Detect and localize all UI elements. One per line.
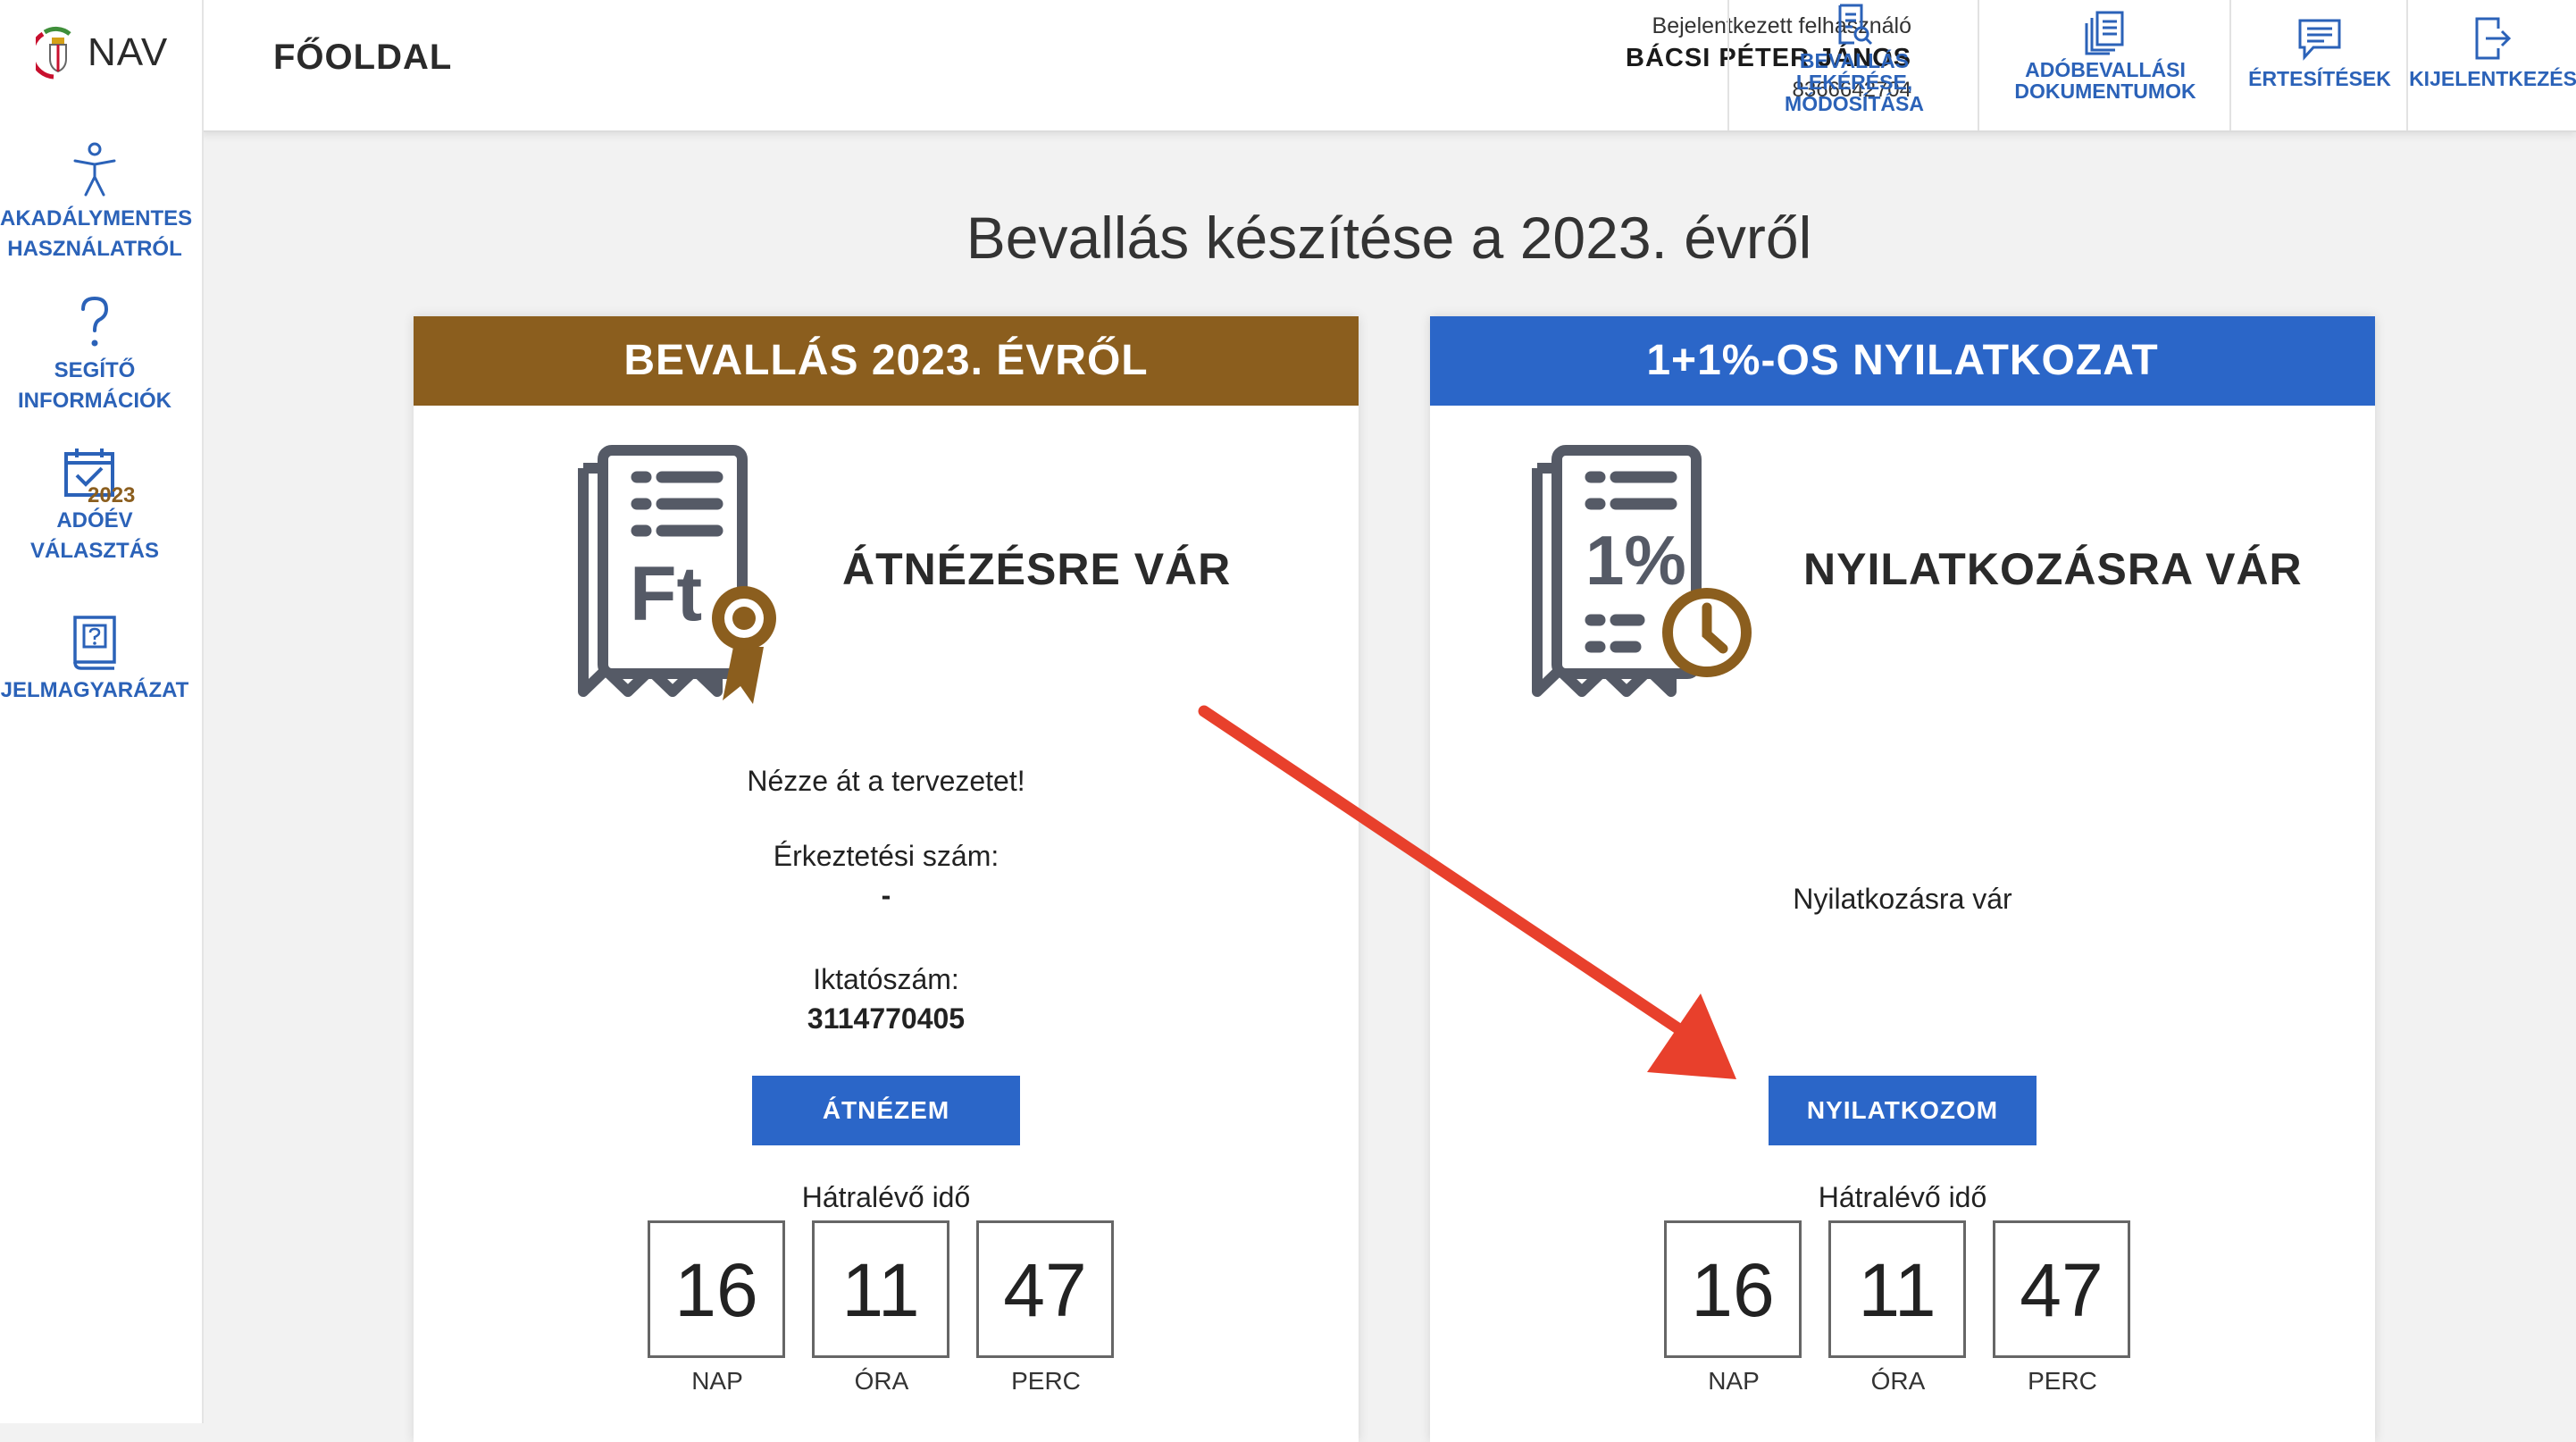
file-number-value: 3114770405 — [807, 1002, 966, 1035]
page-title: FŐOLDAL — [273, 38, 453, 77]
countdown-hours: 11 ÓRA — [812, 1220, 951, 1396]
countdown-value: 16 — [648, 1220, 785, 1358]
coat-of-arms-icon — [36, 26, 71, 80]
header-nav-tax-documents[interactable]: ADÓBEVALLÁSI DOKUMENTUMOK — [1978, 0, 2231, 130]
return-status: ÁTNÉZÉSRE VÁR — [842, 544, 1232, 594]
one-percent-icon-text: 1% — [1585, 521, 1686, 599]
documents-icon — [2085, 11, 2124, 55]
declaration-card-header: 1+1%-OS NYILATKOZAT — [1430, 316, 2375, 406]
header-nav-label: KIJELENTKEZÉS — [2409, 67, 2576, 90]
countdown-timer: 16 NAP 11 ÓRA 47 PERC — [648, 1220, 1116, 1396]
countdown-value: 16 — [1664, 1220, 1802, 1358]
countdown-unit: PERC — [1011, 1367, 1081, 1395]
accessibility-icon — [73, 142, 116, 197]
countdown-value: 11 — [1828, 1220, 1966, 1358]
countdown-days: 16 NAP — [648, 1220, 787, 1396]
sidebar-item-help[interactable]: SEGÍTŐ INFORMÁCIÓK — [0, 295, 189, 416]
countdown-value: 11 — [812, 1220, 949, 1358]
countdown-timer: 16 NAP 11 ÓRA 47 PERC — [1664, 1220, 2132, 1396]
countdown-days: 16 NAP — [1664, 1220, 1803, 1396]
legend-book-icon — [73, 616, 116, 670]
logo-text: NAV — [88, 30, 169, 74]
countdown-unit: NAP — [691, 1367, 743, 1395]
file-number-label: Iktatószám: — [813, 963, 959, 995]
year-badge: 2023 — [88, 483, 136, 507]
header-nav-notifications[interactable]: ÉRTESÍTÉSEK — [2229, 0, 2408, 130]
return-card-header: BEVALLÁS 2023. ÉVRŐL — [414, 316, 1359, 406]
nav-logo[interactable]: NAV — [36, 25, 168, 80]
sidebar: NAV AKADÁLYMENTES HASZNÁLATRÓL SEGÍTŐ IN… — [0, 0, 204, 1423]
header-nav-label: BEVALLÁS LEKÉRÉSE, MÓDOSÍTÁSA — [1785, 49, 1924, 115]
declaration-status: NYILATKOZÁSRA VÁR — [1803, 544, 2303, 594]
return-card: BEVALLÁS 2023. ÉVRŐL Ft ÁTNÉZÉSRE VÁR Né… — [414, 316, 1359, 1442]
sidebar-item-tax-year[interactable]: 2023 ADÓÉV VÁLASZTÁS — [0, 447, 189, 566]
top-header: FŐOLDAL Bejelentkezett felhasználó BÁCSI… — [202, 0, 2576, 132]
remaining-time-label: Hátralévő idő — [801, 1181, 971, 1213]
header-nav-label: ADÓBEVALLÁSI DOKUMENTUMOK — [2014, 58, 2196, 103]
countdown-unit: ÓRA — [1870, 1367, 1926, 1395]
remaining-time-label: Hátralévő idő — [1818, 1181, 1987, 1213]
countdown-minutes: 47 PERC — [976, 1220, 1116, 1396]
countdown-unit: ÓRA — [854, 1367, 909, 1395]
question-icon — [81, 296, 109, 347]
countdown-minutes: 47 PERC — [1993, 1220, 2132, 1396]
arrival-number-label: Érkeztetési szám: — [773, 840, 999, 872]
countdown-value: 47 — [1993, 1220, 2130, 1358]
countdown-unit: NAP — [1708, 1367, 1760, 1395]
tax-document-award-icon: Ft — [578, 445, 776, 704]
review-button[interactable]: ÁTNÉZEM — [752, 1076, 1020, 1145]
declaration-message: Nyilatkozásra vár — [1793, 883, 2012, 915]
sidebar-item-legend[interactable]: JELMAGYARÁZAT — [0, 615, 189, 706]
main-heading: Bevallás készítése a 2023. évről — [966, 205, 1812, 271]
header-nav-label: ÉRTESÍTÉSEK — [2248, 67, 2391, 90]
review-message: Nézze át a tervezetet! — [747, 765, 1025, 797]
document-search-icon — [1838, 4, 1873, 46]
header-nav-return-query[interactable]: BEVALLÁS LEKÉRÉSE, MÓDOSÍTÁSA — [1727, 0, 1979, 130]
declare-button[interactable]: NYILATKOZOM — [1769, 1076, 2037, 1145]
countdown-hours: 11 ÓRA — [1828, 1220, 1968, 1396]
countdown-unit: PERC — [2028, 1367, 2097, 1395]
header-nav-logout[interactable]: KIJELENTKEZÉS — [2406, 0, 2576, 130]
message-icon — [2298, 19, 2341, 61]
one-percent-document-clock-icon: 1% — [1532, 445, 1752, 697]
sidebar-item-label: AKADÁLYMENTES HASZNÁLATRÓL — [0, 206, 193, 261]
sidebar-item-label: JELMAGYARÁZAT — [0, 678, 189, 702]
arrival-number-value: - — [881, 879, 891, 911]
sidebar-item-label: SEGÍTŐ INFORMÁCIÓK — [18, 358, 171, 413]
ft-icon-text: Ft — [630, 551, 702, 637]
declaration-card: 1+1%-OS NYILATKOZAT 1% NYILATKOZÁSRA VÁR… — [1430, 316, 2375, 1442]
logout-icon — [2475, 17, 2512, 60]
countdown-value: 47 — [976, 1220, 1114, 1358]
sidebar-item-accessibility[interactable]: AKADÁLYMENTES HASZNÁLATRÓL — [0, 141, 193, 264]
sidebar-item-label: ADÓÉV VÁLASZTÁS — [30, 508, 159, 563]
